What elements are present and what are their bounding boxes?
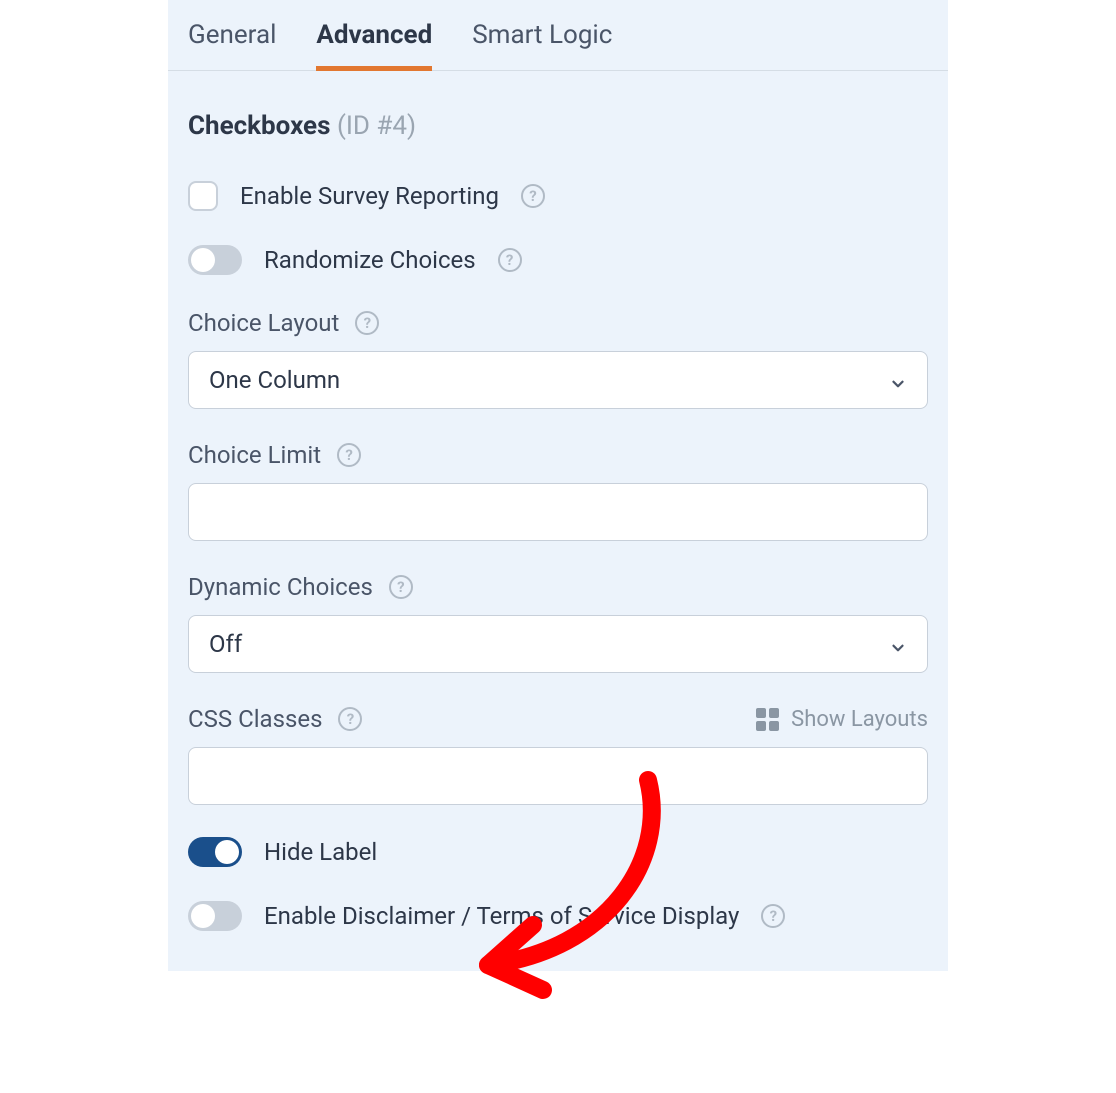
label-dynamic-choices: Dynamic Choices ?: [188, 573, 928, 601]
label-css-classes: CSS Classes ?: [188, 705, 362, 733]
select-choice-layout[interactable]: One Column: [188, 351, 928, 409]
row-enable-disclaimer: Enable Disclaimer / Terms of Service Dis…: [188, 901, 928, 931]
help-icon[interactable]: ?: [761, 904, 785, 928]
label-hide-label: Hide Label: [264, 838, 377, 866]
label-choice-limit-text: Choice Limit: [188, 441, 321, 469]
tabs: General Advanced Smart Logic: [168, 0, 948, 71]
grid-icon: [756, 708, 779, 731]
checkbox-enable-survey-reporting[interactable]: [188, 181, 218, 211]
toggle-enable-disclaimer[interactable]: [188, 901, 242, 931]
select-dynamic-choices-value: Off: [209, 630, 242, 658]
tab-advanced[interactable]: Advanced: [316, 20, 432, 71]
chevron-down-icon: [889, 371, 907, 389]
tab-smart-logic[interactable]: Smart Logic: [472, 20, 612, 70]
select-dynamic-choices[interactable]: Off: [188, 615, 928, 673]
group-dynamic-choices: Dynamic Choices ? Off: [188, 573, 928, 673]
help-icon[interactable]: ?: [337, 443, 361, 467]
input-choice-limit[interactable]: [188, 483, 928, 541]
group-choice-limit: Choice Limit ?: [188, 441, 928, 541]
label-enable-disclaimer: Enable Disclaimer / Terms of Service Dis…: [264, 902, 739, 930]
tab-general[interactable]: General: [188, 20, 276, 70]
help-icon[interactable]: ?: [338, 707, 362, 731]
select-choice-layout-value: One Column: [209, 366, 340, 394]
label-choice-layout-text: Choice Layout: [188, 309, 339, 337]
label-choice-limit: Choice Limit ?: [188, 441, 928, 469]
label-randomize-choices: Randomize Choices: [264, 246, 476, 274]
label-css-classes-text: CSS Classes: [188, 705, 322, 733]
group-css-classes: CSS Classes ? Show Layouts: [188, 705, 928, 805]
show-layouts-button[interactable]: Show Layouts: [756, 707, 928, 732]
row-hide-label: Hide Label: [188, 837, 928, 867]
advanced-settings-panel: General Advanced Smart Logic Checkboxes …: [168, 0, 948, 971]
help-icon[interactable]: ?: [521, 184, 545, 208]
row-randomize-choices: Randomize Choices ?: [188, 245, 928, 275]
toggle-hide-label[interactable]: [188, 837, 242, 867]
label-dynamic-choices-text: Dynamic Choices: [188, 573, 373, 601]
help-icon[interactable]: ?: [498, 248, 522, 272]
help-icon[interactable]: ?: [389, 575, 413, 599]
section-title: Checkboxes (ID #4): [188, 111, 928, 141]
panel-content: Checkboxes (ID #4) Enable Survey Reporti…: [168, 71, 948, 941]
help-icon[interactable]: ?: [355, 311, 379, 335]
label-enable-survey-reporting: Enable Survey Reporting: [240, 182, 499, 210]
chevron-down-icon: [889, 635, 907, 653]
label-choice-layout: Choice Layout ?: [188, 309, 928, 337]
group-choice-layout: Choice Layout ? One Column: [188, 309, 928, 409]
section-id: (ID #4): [337, 111, 416, 141]
row-enable-survey-reporting: Enable Survey Reporting ?: [188, 181, 928, 211]
input-css-classes[interactable]: [188, 747, 928, 805]
show-layouts-label: Show Layouts: [791, 707, 928, 732]
section-title-text: Checkboxes: [188, 111, 330, 141]
toggle-randomize-choices[interactable]: [188, 245, 242, 275]
